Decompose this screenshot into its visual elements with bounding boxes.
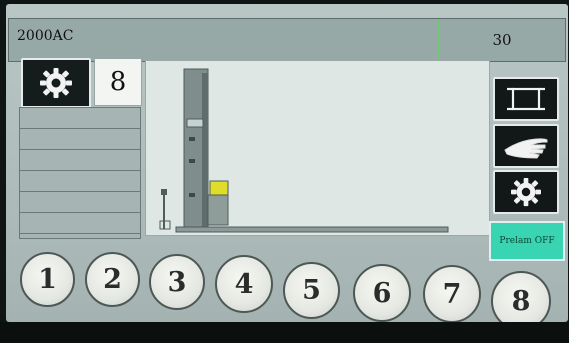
gear-icon (511, 177, 541, 207)
wrapper-machine-illustration (146, 61, 490, 244)
setup-button[interactable] (493, 170, 559, 214)
step-button-2[interactable]: 2 (85, 252, 140, 307)
step-button-4[interactable]: 4 (215, 255, 273, 313)
list-item[interactable] (20, 192, 140, 213)
step-button-1[interactable]: 1 (20, 252, 75, 307)
dimensions-button[interactable] (493, 77, 559, 121)
step-button-6[interactable]: 6 (353, 264, 411, 322)
list-item[interactable] (20, 108, 140, 129)
list-item[interactable] (20, 171, 140, 192)
hand-icon (504, 138, 548, 159)
list-item[interactable] (20, 129, 140, 150)
list-item[interactable] (20, 213, 140, 234)
manual-mode-button[interactable] (493, 124, 559, 168)
list-item[interactable] (20, 150, 140, 171)
prelam-toggle-button[interactable]: Prelam OFF (489, 221, 565, 261)
step-button-5[interactable]: 5 (283, 262, 340, 319)
machine-title: 2000AC (17, 28, 74, 44)
cycle-counter: 30 (437, 19, 565, 61)
frame-icon (507, 87, 545, 111)
machine-diagram (145, 60, 490, 244)
gear-icon (40, 68, 72, 98)
step-button-7[interactable]: 7 (423, 265, 481, 323)
bezel (0, 322, 569, 343)
step-button-3[interactable]: 3 (149, 254, 205, 310)
program-list (19, 107, 141, 239)
settings-button[interactable] (21, 58, 91, 108)
program-number: 8 (94, 58, 142, 106)
top-bar: 2000AC 30 (8, 18, 566, 62)
